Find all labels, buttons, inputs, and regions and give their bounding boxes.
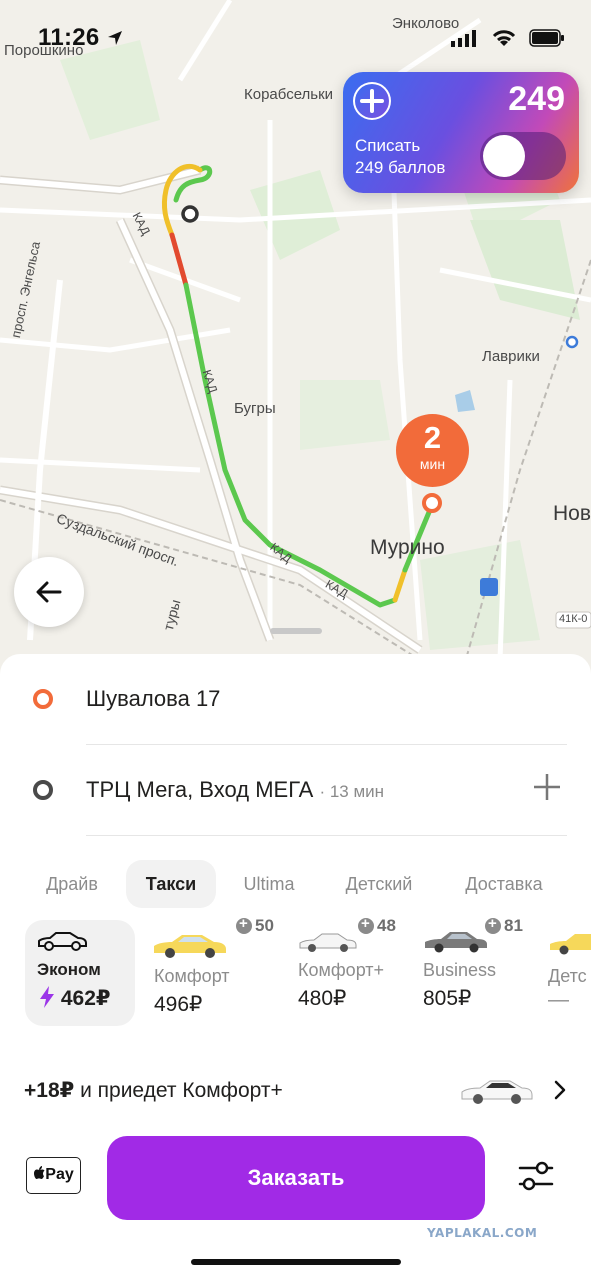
- map-label-murino: Мурино: [370, 536, 445, 559]
- car-yellow-icon: [154, 935, 226, 958]
- tariff-business[interactable]: 81 Business 805₽: [421, 915, 536, 1026]
- map-view[interactable]: Порошкино Энколово Корабсельки Лаврики Б…: [0, 0, 591, 680]
- tab-drive[interactable]: Драйв: [28, 860, 116, 908]
- tariff-price: —: [548, 988, 569, 1011]
- plus-bonus-icon: [485, 915, 501, 934]
- tariff-kids[interactable]: Детс —: [546, 920, 591, 1026]
- map-label-bugry: Бугры: [234, 400, 276, 417]
- tariff-bonus: 48: [358, 915, 396, 936]
- battery-icon: [529, 29, 564, 47]
- eta-value: 2: [423, 420, 442, 455]
- plus-spend-toggle[interactable]: [480, 132, 566, 180]
- tariff-class-tabs: Драйв Такси Ultima Детский Доставка: [0, 860, 591, 908]
- to-address: ТРЦ Мега, Вход МЕГА · 13 мин: [86, 777, 384, 803]
- back-button[interactable]: [14, 557, 84, 627]
- from-address-row[interactable]: Шувалова 17: [0, 654, 591, 744]
- sliders-icon: [518, 1161, 554, 1191]
- tariff-comfort[interactable]: 50 Комфорт 496₽: [150, 915, 280, 1026]
- toggle-knob: [483, 135, 525, 177]
- lightning-icon: [40, 986, 54, 1008]
- plus-icon: [534, 774, 560, 800]
- car-grey-icon: [425, 932, 487, 953]
- status-time-text: 11:26: [38, 24, 100, 51]
- to-address-text: ТРЦ Мега, Вход МЕГА: [86, 777, 314, 802]
- order-button[interactable]: Заказать: [107, 1136, 485, 1220]
- map-label-lavriki: Лаврики: [482, 348, 540, 365]
- tariff-price: 496₽: [154, 993, 203, 1016]
- tariff-name: Детс: [548, 966, 587, 986]
- tab-kids[interactable]: Детский: [326, 860, 432, 908]
- home-indicator[interactable]: [191, 1259, 401, 1265]
- tab-delivery[interactable]: Доставка: [448, 860, 560, 908]
- map-label-nov: Нов: [553, 502, 591, 525]
- tariff-list: Эконом 462₽ 50 Комфорт 496₽ 48 Комфорт+: [0, 915, 591, 1026]
- sheet-grabber[interactable]: [270, 628, 322, 634]
- plus-bonus-icon: [236, 915, 252, 934]
- car-outline-icon: [38, 932, 87, 951]
- map-label-korabselki: Корабсельки: [244, 86, 334, 103]
- status-time: 11:26: [38, 24, 123, 52]
- map-label-enkolovo: Энколово: [392, 15, 460, 32]
- tariff-name: Комфорт: [154, 966, 230, 986]
- yandex-plus-icon: [353, 82, 391, 120]
- chevron-right-icon: [554, 1080, 566, 1100]
- tariff-bonus: 50: [236, 915, 274, 936]
- location-arrow-icon: [107, 31, 122, 45]
- wifi-icon: [492, 30, 516, 46]
- arrow-left-icon: [36, 581, 62, 603]
- plus-points-value: 249: [508, 80, 565, 118]
- upsell-message: и приедет Комфорт+: [80, 1079, 283, 1102]
- plus-spend-text: Списать 249 баллов: [355, 135, 445, 179]
- tariff-bonus: 81: [485, 915, 523, 936]
- tariff-econom[interactable]: Эконом 462₽: [25, 920, 135, 1026]
- from-address: Шувалова 17: [86, 686, 221, 711]
- apple-pay-button[interactable]: Pay: [26, 1157, 81, 1194]
- plus-spend-line2: 249 баллов: [355, 158, 446, 177]
- tariff-name: Комфорт+: [298, 960, 385, 980]
- to-address-eta: · 13 мин: [319, 782, 385, 801]
- car-white-icon: [299, 933, 357, 952]
- upsell-text: +18₽ и приедет Комфорт+: [24, 1078, 283, 1103]
- pickup-eta-badge: 2 мин: [396, 414, 469, 487]
- tariff-comfort-plus[interactable]: 48 Комфорт+ 480₽: [296, 915, 416, 1026]
- car-yellow-icon: [550, 934, 591, 955]
- signal-icon: [451, 30, 476, 47]
- tab-taxi[interactable]: Такси: [126, 860, 216, 908]
- bottom-panel: +18₽ и приедет Комфорт+ Pay Заказать YAP…: [0, 1046, 591, 1280]
- eta-unit: мин: [419, 456, 446, 472]
- apple-pay-label: Pay: [45, 1166, 74, 1183]
- map-label-road-41k: 41К-0: [559, 613, 588, 625]
- tariff-price: 462₽: [39, 986, 111, 1011]
- car-white-icon: [461, 1080, 533, 1104]
- upsell-banner[interactable]: +18₽ и приедет Комфорт+: [0, 1046, 591, 1134]
- from-point-icon: [33, 689, 53, 709]
- tab-ultima[interactable]: Ultima: [226, 860, 312, 908]
- divider: [86, 835, 567, 836]
- tariff-price: 480₽: [298, 987, 347, 1010]
- order-settings-button[interactable]: [516, 1158, 556, 1199]
- to-address-row[interactable]: ТРЦ Мега, Вход МЕГА · 13 мин: [0, 745, 591, 835]
- tariff-price: 805₽: [423, 987, 472, 1010]
- status-icons: [451, 28, 565, 48]
- watermark: YAPLAKAL.COM: [427, 1226, 538, 1240]
- payment-row: Pay Заказать YAPLAKAL.COM: [0, 1134, 591, 1280]
- plus-spend-line1: Списать: [355, 136, 421, 155]
- add-stop-button[interactable]: [532, 772, 562, 808]
- tariff-name: Business: [423, 960, 497, 980]
- plus-bonus-icon: [358, 915, 374, 934]
- tariff-price-value: 462₽: [60, 987, 111, 1010]
- apple-icon: [34, 1166, 45, 1179]
- order-sheet: Шувалова 17 ТРЦ Мега, Вход МЕГА · 13 мин…: [0, 654, 591, 1280]
- plus-points-card[interactable]: 249 Списать 249 баллов: [343, 72, 579, 193]
- upsell-amount: +18₽: [24, 1079, 75, 1102]
- tariff-name: Эконом: [37, 960, 101, 979]
- to-point-icon: [33, 780, 53, 800]
